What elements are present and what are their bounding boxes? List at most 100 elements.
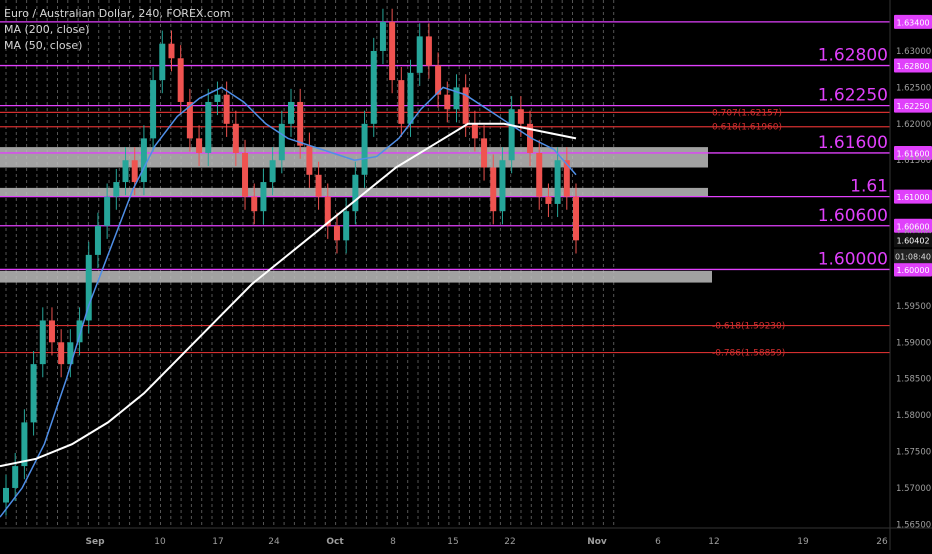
current-price-label: 1.60402 [896, 237, 929, 246]
price-tick-label: 1.62500 [896, 83, 931, 93]
time-tick-label: Sep [85, 537, 105, 547]
time-tick-label: 8 [390, 537, 396, 547]
horizontal-levels: 1.62800 1.62250 1.61600 1.61 1.60600 1.60000 [0, 21, 890, 271]
time-tick-label: 26 [876, 537, 888, 547]
candle-body [48, 320, 55, 343]
time-tick-label: 15 [447, 537, 458, 547]
candle-body [554, 160, 561, 204]
candle-body [196, 138, 203, 153]
candle-body [545, 196, 552, 204]
candle-body [288, 101, 294, 124]
price-tick-label: 1.58500 [896, 375, 931, 385]
time-tick-label: Oct [326, 537, 344, 547]
candle-body [508, 109, 515, 161]
candle-body [177, 58, 184, 102]
price-tick-label: 1.62000 [896, 120, 931, 130]
chart[interactable]: 1.62800 1.62250 1.61600 1.61 1.60600 1.60000 … [0, 0, 932, 550]
ma200-legend[interactable]: MA (200, close) [4, 22, 230, 38]
candle-body [150, 80, 157, 139]
level-big-label: 1.62800 [818, 46, 888, 66]
zone-rect [0, 270, 712, 283]
level-big-label: 1.61 [850, 177, 888, 197]
candle-body [21, 422, 28, 467]
candle-body [352, 174, 359, 212]
level-axis-label: 1.62250 [896, 102, 929, 111]
candle-body [205, 101, 212, 153]
symbol-title[interactable]: Euro / Australian Dollar, 240, FOREX.com [4, 6, 230, 22]
fib-label: 0.707(1.62157) [712, 108, 782, 118]
candle-body [416, 36, 423, 73]
candle-body [389, 21, 396, 81]
candle-body [471, 123, 478, 139]
candle-body [536, 152, 543, 197]
candle-body [214, 94, 221, 102]
price-tick-label: 1.59500 [896, 302, 931, 312]
candle-body [58, 342, 65, 365]
price-candles [3, 8, 579, 516]
candle-body [462, 87, 469, 124]
candle-body [425, 36, 432, 66]
candle-body [444, 94, 451, 110]
ma50-legend[interactable]: MA (50, close) [4, 38, 230, 54]
vertical-gridlines [5, 0, 615, 528]
time-tick-label: 12 [708, 537, 719, 547]
candle-body [278, 123, 285, 161]
candle-body [490, 167, 497, 212]
candle-body [232, 123, 239, 153]
time-tick-label: 6 [655, 537, 661, 547]
level-big-label: 1.60000 [818, 249, 888, 269]
candle-body [407, 72, 414, 124]
candle-body [131, 160, 138, 183]
candle-body [3, 487, 9, 503]
candle-body [12, 466, 19, 488]
candle-body [260, 182, 267, 212]
candle-body [297, 101, 304, 146]
candle-body [398, 80, 405, 124]
chart-legend: Euro / Australian Dollar, 240, FOREX.com… [4, 6, 230, 54]
candle-body [315, 174, 322, 197]
candle-body [39, 320, 46, 365]
countdown-label: 01:08:40 [895, 253, 931, 262]
candle-body [370, 50, 377, 124]
price-tick-label: 1.57500 [896, 448, 931, 458]
level-axis-label: 1.63400 [896, 18, 929, 27]
price-tick-label: 1.57000 [896, 484, 931, 494]
candle-body [361, 123, 368, 175]
candle-body [30, 364, 37, 423]
price-tick-label: 1.56500 [896, 520, 931, 530]
candle-body [343, 211, 350, 241]
candle-body [251, 196, 258, 212]
candle-body [242, 152, 249, 197]
time-tick-label: 10 [154, 537, 166, 547]
time-tick-label: 24 [268, 537, 280, 547]
fibonacci-lines: 0.707(1.62157) 0.618(1.61960) -0.618(1.592… [0, 108, 890, 359]
fib-label: -0.618(1.59230) [712, 322, 785, 332]
level-big-label: 1.60600 [818, 206, 888, 226]
candle-body [104, 196, 111, 226]
chart-canvas[interactable]: 1.628001.622501.616001.611.606001.60000 … [0, 0, 932, 550]
level-big-label: 1.61600 [818, 133, 888, 153]
candle-body [306, 145, 313, 175]
zone-rect [0, 147, 708, 168]
level-axis-label: 1.62800 [896, 62, 929, 71]
candle-body [573, 196, 579, 241]
fib-label: -0.786(1.58859) [712, 349, 785, 359]
candle-body [499, 160, 506, 212]
price-tick-label: 1.58000 [896, 411, 931, 421]
candle-body [269, 160, 276, 183]
time-tick-label: Nov [587, 537, 607, 547]
time-tick-label: 22 [504, 537, 515, 547]
time-tick-label: 17 [212, 537, 223, 547]
level-big-label: 1.62250 [818, 86, 888, 106]
price-axis[interactable]: 1.634001.628001.622501.616001.610001.606… [894, 14, 932, 531]
candle-body [122, 160, 129, 183]
fib-label: 0.618(1.61960) [712, 123, 782, 133]
candle-body [517, 109, 524, 124]
candle-body [223, 94, 230, 124]
candle-body [140, 138, 147, 183]
candle-body [333, 225, 340, 241]
time-tick-label: 19 [797, 537, 809, 547]
candle-body [94, 225, 101, 255]
candle-body [379, 21, 386, 51]
price-tick-label: 1.59000 [896, 338, 931, 348]
